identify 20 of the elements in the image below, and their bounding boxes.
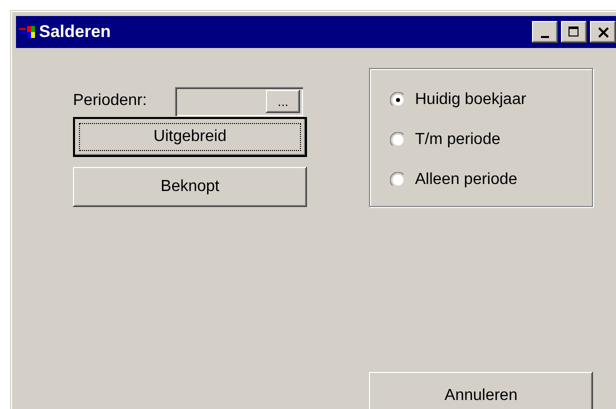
close-icon <box>598 26 608 38</box>
maximize-button[interactable] <box>561 21 587 43</box>
radio-option[interactable]: T/m periode <box>390 125 592 154</box>
radio-button[interactable] <box>390 92 406 108</box>
minimize-button[interactable] <box>532 21 558 43</box>
minimize-icon <box>541 36 549 38</box>
field-label: Periodenr: <box>73 92 148 110</box>
window-title: Salderen <box>39 22 111 42</box>
radio-option[interactable]: Huidig boekjaar <box>390 85 592 114</box>
report-button[interactable]: Beknopt <box>73 167 307 207</box>
radio-button[interactable] <box>390 132 406 148</box>
radio-option[interactable]: Alleen periode <box>390 165 592 194</box>
browse-button[interactable]: ... <box>266 90 300 112</box>
maximize-icon <box>568 26 580 38</box>
app-icon <box>19 24 35 40</box>
radio-button[interactable] <box>390 172 406 188</box>
close-button[interactable] <box>590 21 616 43</box>
cancel-button[interactable]: Annuleren <box>369 372 593 409</box>
report-button[interactable]: Uitgebreid <box>73 117 307 157</box>
period-field[interactable]: ... <box>175 86 303 116</box>
